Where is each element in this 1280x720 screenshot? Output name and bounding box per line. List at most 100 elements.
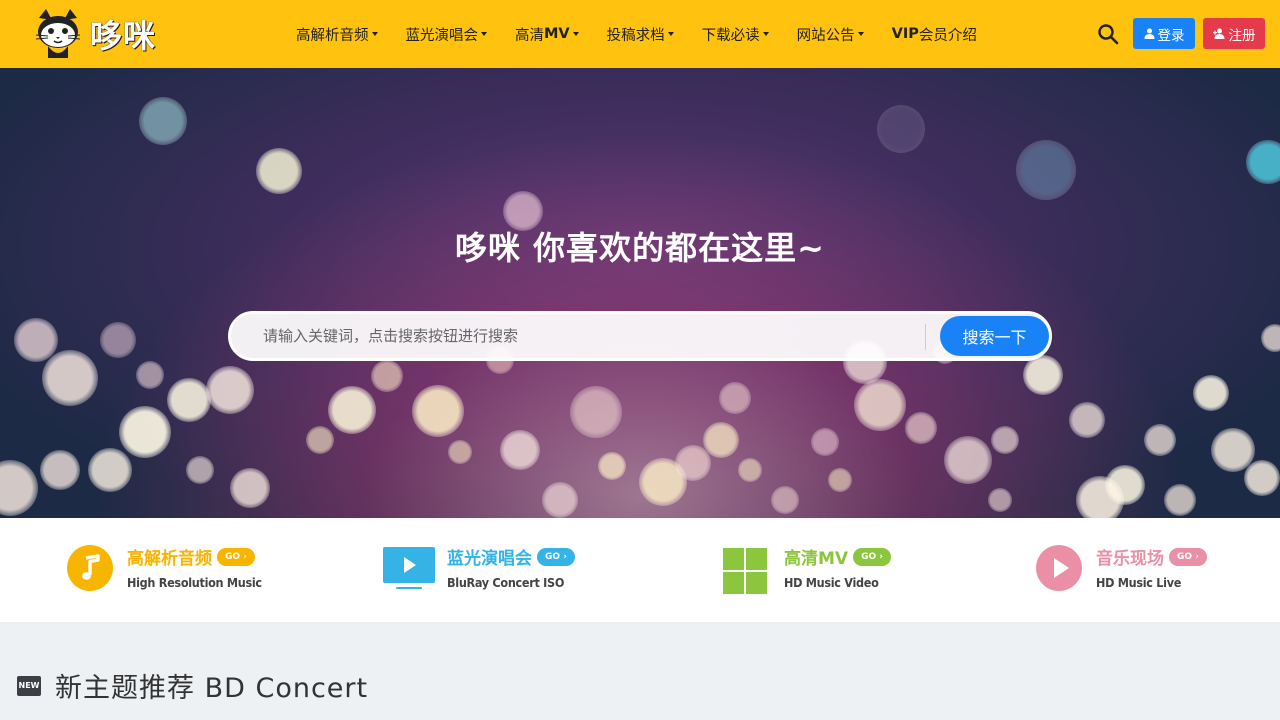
caret-down-icon: [667, 32, 674, 36]
bokeh-light: [230, 468, 270, 508]
bokeh-light: [139, 97, 187, 145]
bokeh-light: [306, 426, 334, 454]
search-input[interactable]: [263, 325, 903, 347]
login-button[interactable]: 登录: [1133, 18, 1195, 49]
video-screen-icon: [383, 547, 435, 589]
cat-logo-icon: [35, 9, 81, 58]
bokeh-light: [1076, 476, 1124, 518]
bokeh-light: [136, 361, 164, 389]
bokeh-light: [991, 426, 1019, 454]
bokeh-light: [542, 482, 578, 518]
grid-icon: [723, 548, 767, 594]
search-divider: [925, 324, 926, 350]
category-subtitle: BluRay Concert ISO: [447, 575, 565, 590]
main-nav: 高解析音频 蓝光演唱会 高清 MV 投稿求档 下载必读 网站公告 VIP 会员介绍: [282, 0, 991, 68]
bokeh-light: [1069, 402, 1105, 438]
bokeh-light: [854, 379, 906, 431]
bokeh-light: [1144, 424, 1176, 456]
category-title-text: 高清MV: [784, 549, 849, 569]
bokeh-light: [1261, 324, 1280, 352]
bokeh-light: [1023, 355, 1063, 395]
bokeh-light: [88, 448, 132, 492]
bokeh-light: [944, 436, 992, 484]
category-title-text: 高解析音频: [127, 549, 212, 569]
go-badge: GO ›: [217, 547, 255, 566]
bokeh-light: [100, 322, 136, 358]
category-title: 音乐现场 GO ›: [1096, 544, 1207, 569]
caret-down-icon: [857, 32, 864, 36]
bokeh-light: [167, 378, 211, 422]
nav-label-bold: VIP: [891, 26, 919, 42]
section-heading: NEW 新主题推荐 BD Concert: [17, 666, 368, 705]
caret-down-icon: [371, 32, 378, 36]
play-circle-icon: [1036, 545, 1082, 591]
bokeh-light: [40, 450, 80, 490]
category-title-text: 蓝光演唱会: [447, 549, 532, 569]
bokeh-light: [42, 350, 98, 406]
bokeh-light: [500, 430, 540, 470]
register-button[interactable]: 注册: [1203, 18, 1265, 49]
caret-down-icon: [481, 32, 487, 36]
nav-download-guide[interactable]: 下载必读: [702, 24, 769, 45]
nav-hires-audio[interactable]: 高解析音频: [296, 24, 378, 45]
go-badge: GO ›: [1169, 547, 1207, 566]
bokeh-light: [1193, 375, 1229, 411]
bokeh-light: [1244, 460, 1280, 496]
bokeh-light: [448, 440, 472, 464]
bokeh-light: [256, 148, 302, 194]
category-title: 高清MV GO ›: [784, 544, 892, 569]
go-badge: GO ›: [853, 547, 892, 566]
section-title: 新主题推荐 BD Concert: [55, 673, 369, 704]
register-label: 注册: [1228, 27, 1256, 44]
user-icon: [1144, 28, 1154, 39]
nav-label: 投稿求档: [606, 27, 665, 44]
nav-hd-mv[interactable]: 高清 MV: [515, 24, 579, 45]
bokeh-light: [828, 468, 852, 492]
bokeh-light: [598, 452, 626, 480]
nav-label: 网站公告: [796, 27, 855, 44]
bokeh-light: [0, 460, 38, 516]
bokeh-light: [905, 412, 937, 444]
bokeh-light: [703, 422, 739, 458]
bokeh-light: [988, 488, 1012, 512]
category-title-text: 音乐现场: [1096, 549, 1164, 569]
search-icon[interactable]: [1097, 23, 1119, 45]
bokeh-light: [328, 386, 376, 434]
nav-label-bold: MV: [544, 26, 570, 42]
bokeh-light: [119, 406, 171, 458]
nav-submit-request[interactable]: 投稿求档: [607, 24, 674, 45]
bokeh-light: [206, 366, 254, 414]
site-logo[interactable]: 哆咪: [30, 6, 190, 62]
hero-title: 哆咪 你喜欢的都在这里~: [455, 229, 825, 267]
bokeh-light: [570, 386, 622, 438]
nav-vip-intro[interactable]: VIP 会员介绍: [892, 24, 977, 45]
nav-label: 蓝光演唱会: [405, 27, 479, 44]
new-badge-icon: NEW: [17, 675, 41, 696]
category-title: 蓝光演唱会 GO ›: [447, 544, 575, 569]
category-title: 高解析音频 GO ›: [127, 544, 255, 569]
bokeh-light: [771, 486, 799, 514]
nav-label: 会员介绍: [918, 27, 977, 44]
music-note-icon: [67, 545, 113, 591]
bokeh-light: [186, 456, 214, 484]
nav-announcements[interactable]: 网站公告: [797, 24, 864, 45]
search-button[interactable]: 搜索一下: [940, 316, 1049, 356]
go-badge: GO ›: [537, 547, 575, 566]
bokeh-light: [719, 382, 751, 414]
category-subtitle: HD Music Video: [784, 575, 879, 590]
bokeh-light: [738, 458, 762, 482]
bokeh-light: [1246, 140, 1280, 184]
user-plus-icon: [1212, 28, 1224, 39]
category-subtitle: HD Music Live: [1096, 575, 1182, 590]
login-label: 登录: [1157, 27, 1185, 44]
bokeh-light: [412, 385, 464, 437]
hero-search-box: 搜索一下: [228, 311, 1052, 361]
nav-label: 下载必读: [701, 27, 760, 44]
caret-down-icon: [572, 32, 579, 36]
category-bar: 高解析音频 GO › High Resolution Music 蓝光演唱会 G…: [0, 518, 1280, 622]
nav-bluray-concert[interactable]: 蓝光演唱会: [405, 24, 487, 45]
bokeh-light: [1164, 484, 1196, 516]
nav-label: 高解析音频: [296, 27, 369, 44]
bokeh-light: [371, 360, 403, 392]
logo-text: 哆咪: [90, 17, 157, 55]
